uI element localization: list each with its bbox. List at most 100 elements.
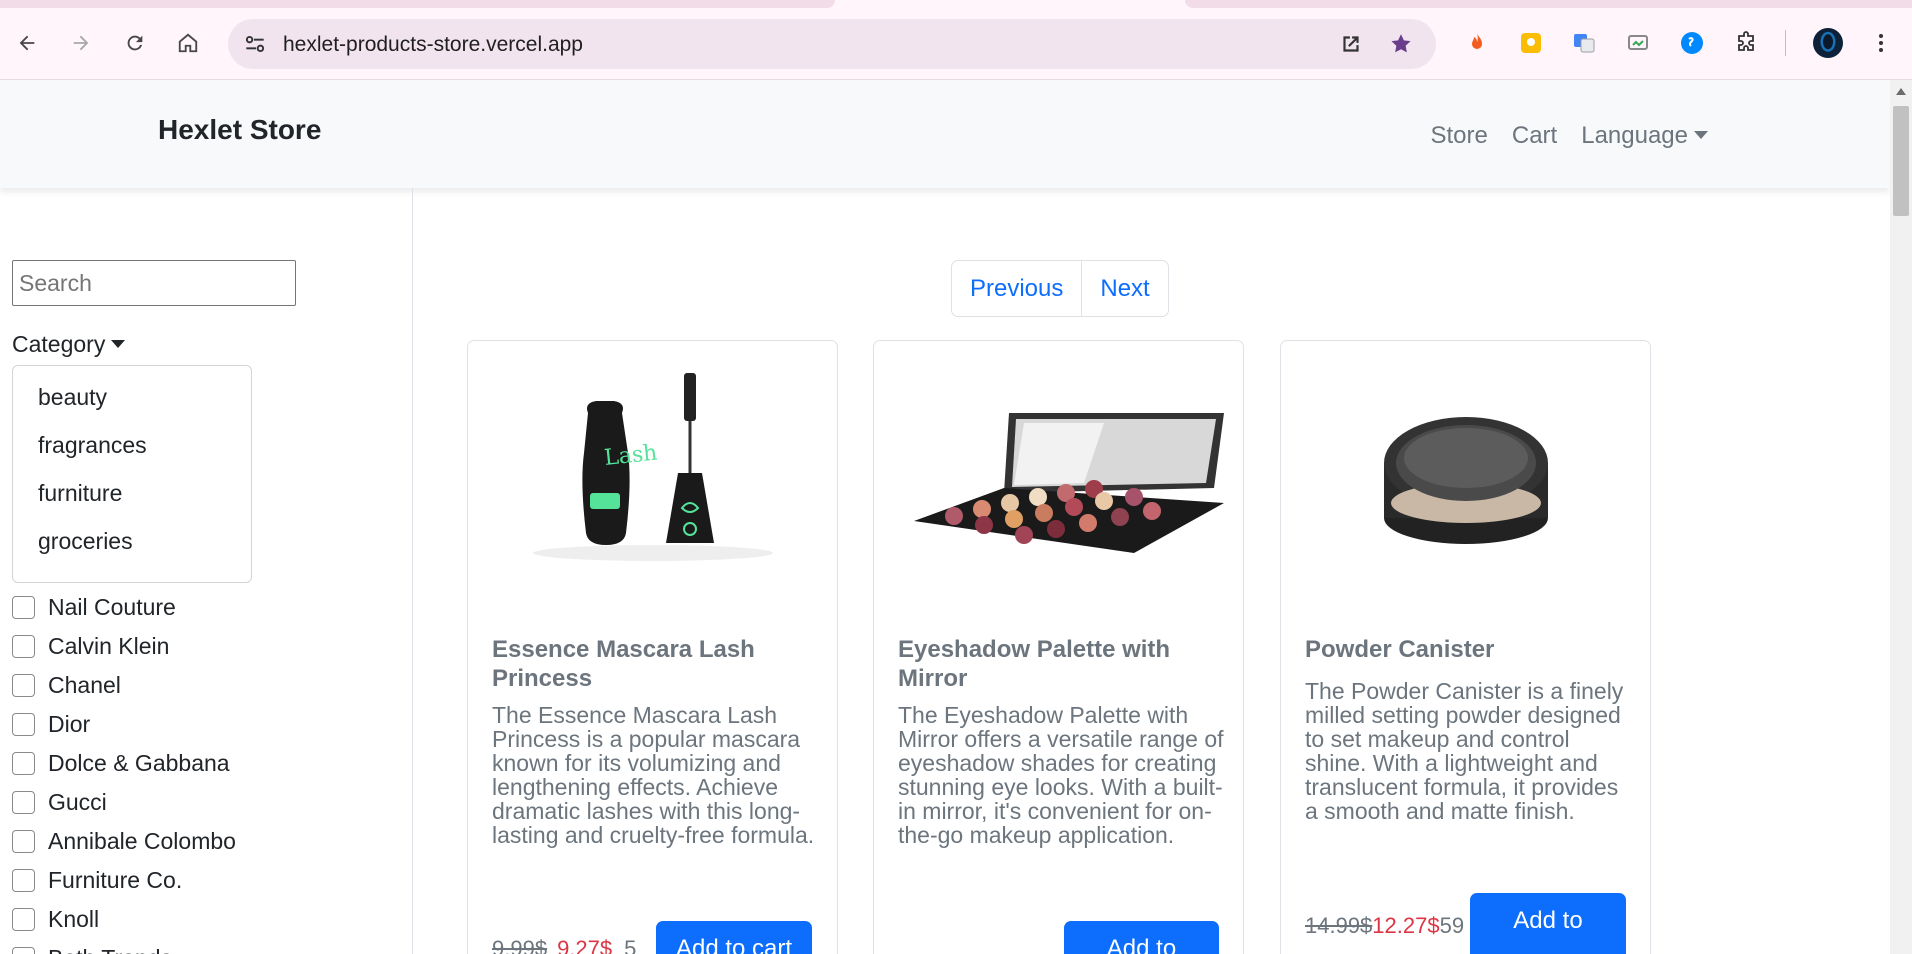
open-in-app-icon[interactable] bbox=[1338, 31, 1364, 57]
price-row: 9.99$ 9.27$ 5 bbox=[492, 936, 636, 954]
fire-extension-icon[interactable] bbox=[1464, 30, 1490, 56]
nav-links: Store Cart Language bbox=[1431, 122, 1708, 150]
sale-price: 9.27$ bbox=[557, 936, 613, 954]
old-price: 9.99$ bbox=[492, 936, 548, 954]
checkbox[interactable] bbox=[12, 674, 35, 697]
category-dropdown-menu: beauty fragrances furniture groceries bbox=[12, 365, 252, 583]
category-option-furniture[interactable]: furniture bbox=[13, 476, 251, 524]
brand-filter-list: Nail Couture Calvin Klein Chanel Dior Do… bbox=[12, 588, 236, 954]
nav-language-label: Language bbox=[1581, 122, 1688, 149]
site-navbar: Hexlet Store Store Cart Language bbox=[0, 80, 1890, 188]
brand-label: Chanel bbox=[48, 672, 121, 698]
forward-icon[interactable] bbox=[64, 26, 98, 60]
category-option-fragrances[interactable]: fragrances bbox=[13, 428, 251, 476]
site-info-icon[interactable] bbox=[242, 31, 268, 57]
checkbox[interactable] bbox=[12, 908, 35, 931]
brand-logo[interactable]: Hexlet Store bbox=[158, 114, 321, 146]
add-to-cart-button[interactable]: Add to bbox=[1064, 921, 1219, 954]
page-scrollbar[interactable] bbox=[1890, 80, 1912, 954]
product-title[interactable]: Essence Mascara Lash Princess bbox=[492, 635, 822, 693]
sale-price: 12.27$ bbox=[1372, 913, 1440, 938]
extensions-puzzle-icon[interactable] bbox=[1733, 30, 1759, 56]
brand-filter-item[interactable]: Knoll bbox=[12, 900, 236, 939]
checkbox[interactable] bbox=[12, 947, 35, 954]
next-page-button[interactable]: Next bbox=[1081, 261, 1167, 316]
avatar[interactable] bbox=[1813, 28, 1843, 58]
category-option-beauty[interactable]: beauty bbox=[13, 380, 251, 428]
pagination: Previous Next bbox=[951, 260, 1169, 317]
product-card: Lash Essence Mascara Lash Princess The E… bbox=[467, 340, 838, 954]
old-price: 14.99$ bbox=[1305, 913, 1373, 938]
checkbox[interactable] bbox=[12, 791, 35, 814]
brand-filter-item[interactable]: Nail Couture bbox=[12, 588, 236, 627]
nav-cart-link[interactable]: Cart bbox=[1512, 122, 1557, 150]
translate-extension-icon[interactable] bbox=[1571, 30, 1597, 56]
price-row: 14.99$ 12.27$ 59 bbox=[1305, 913, 1464, 939]
checkbox[interactable] bbox=[12, 752, 35, 775]
brand-label: Knoll bbox=[48, 906, 100, 932]
notes-extension-icon[interactable] bbox=[1518, 30, 1544, 56]
brand-label: Furniture Co. bbox=[48, 867, 183, 893]
shazam-extension-icon[interactable] bbox=[1679, 30, 1705, 56]
brand-label: Dior bbox=[48, 711, 91, 737]
brand-label: Gucci bbox=[48, 789, 107, 815]
home-icon[interactable] bbox=[171, 26, 205, 60]
checkbox[interactable] bbox=[12, 635, 35, 658]
cast-extension-icon[interactable] bbox=[1625, 30, 1651, 56]
stock-count: 59 bbox=[1439, 913, 1465, 938]
add-to-cart-button[interactable]: Add to cart bbox=[656, 921, 812, 954]
checkbox[interactable] bbox=[12, 830, 35, 853]
mascara-product-image: Lash bbox=[533, 373, 773, 561]
brand-filter-item[interactable]: Gucci bbox=[12, 783, 236, 822]
back-icon[interactable] bbox=[10, 26, 44, 60]
reload-icon[interactable] bbox=[118, 26, 152, 60]
tab-left[interactable] bbox=[0, 0, 835, 8]
search-input[interactable]: Search bbox=[12, 260, 296, 306]
product-card: Powder Canister The Powder Canister is a… bbox=[1280, 340, 1651, 954]
product-description: The Essence Mascara Lash Princess is a p… bbox=[492, 702, 815, 848]
product-title[interactable]: Powder Canister bbox=[1305, 635, 1635, 664]
previous-page-button[interactable]: Previous bbox=[952, 261, 1081, 316]
caret-down-icon bbox=[111, 339, 126, 348]
brand-label: Calvin Klein bbox=[48, 633, 170, 659]
brand-filter-item[interactable]: Calvin Klein bbox=[12, 627, 236, 666]
product-description: The Eyeshadow Palette with Mirror offers… bbox=[898, 702, 1224, 848]
address-bar[interactable]: hexlet-products-store.vercel.app bbox=[228, 19, 1436, 69]
eyeshadow-palette-image bbox=[914, 413, 1224, 553]
brand-label: Dolce & Gabbana bbox=[48, 750, 230, 776]
category-label: Category bbox=[12, 331, 106, 357]
brand-filter-item[interactable]: Bath Trends bbox=[12, 939, 236, 954]
category-dropdown-toggle[interactable]: Category bbox=[12, 331, 126, 358]
caret-down-icon bbox=[1694, 130, 1708, 139]
scroll-up-icon[interactable] bbox=[1896, 88, 1906, 95]
url-text[interactable]: hexlet-products-store.vercel.app bbox=[283, 33, 583, 57]
brand-filter-item[interactable]: Annibale Colombo bbox=[12, 822, 236, 861]
category-option-groceries[interactable]: groceries bbox=[13, 524, 251, 572]
tab-right[interactable] bbox=[1185, 0, 1912, 8]
checkbox[interactable] bbox=[12, 869, 35, 892]
brand-label: Bath Trends bbox=[48, 945, 172, 954]
toolbar-divider bbox=[1785, 30, 1786, 56]
brand-filter-item[interactable]: Dolce & Gabbana bbox=[12, 744, 236, 783]
filters-sidebar: Search Category beauty fragrances furnit… bbox=[0, 188, 413, 954]
brand-filter-item[interactable]: Furniture Co. bbox=[12, 861, 236, 900]
checkbox[interactable] bbox=[12, 596, 35, 619]
nav-language-dropdown[interactable]: Language bbox=[1581, 122, 1708, 150]
nav-store-link[interactable]: Store bbox=[1431, 122, 1488, 150]
tab-strip bbox=[0, 0, 1912, 8]
product-description: The Powder Canister is a finely milled s… bbox=[1305, 678, 1624, 824]
stock-count: 5 bbox=[624, 936, 637, 954]
powder-canister-image bbox=[1384, 417, 1548, 544]
brand-label: Nail Couture bbox=[48, 594, 176, 620]
product-title[interactable]: Eyeshadow Palette with Mirror bbox=[898, 635, 1228, 693]
page-viewport: Hexlet Store Store Cart Language Search … bbox=[0, 80, 1890, 954]
add-to-cart-button[interactable]: Add to bbox=[1470, 893, 1626, 954]
product-card: Eyeshadow Palette with Mirror The Eyesha… bbox=[873, 340, 1244, 954]
browser-menu-icon[interactable] bbox=[1868, 30, 1894, 56]
checkbox[interactable] bbox=[12, 713, 35, 736]
browser-chrome: hexlet-products-store.vercel.app bbox=[0, 0, 1912, 80]
bookmark-star-icon[interactable] bbox=[1388, 31, 1414, 57]
scrollbar-thumb[interactable] bbox=[1893, 106, 1909, 216]
brand-filter-item[interactable]: Dior bbox=[12, 705, 236, 744]
brand-filter-item[interactable]: Chanel bbox=[12, 666, 236, 705]
